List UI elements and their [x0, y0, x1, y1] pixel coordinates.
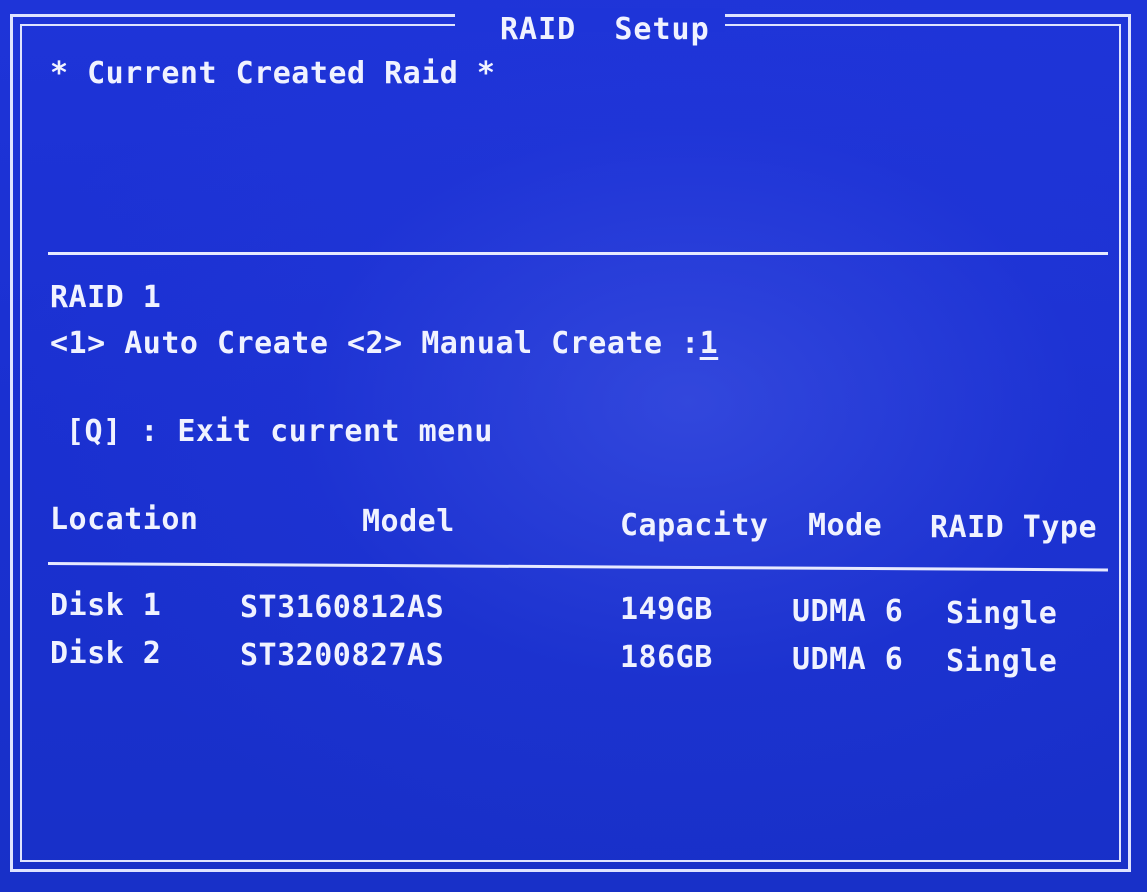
row-mode: UDMA 6 [792, 594, 904, 629]
row-mode: UDMA 6 [792, 642, 904, 677]
header-model: Model [362, 504, 455, 539]
create-mode-prompt: <1> Auto Create <2> Manual Create :1 [50, 326, 718, 361]
section-divider [48, 252, 1108, 255]
row-location: Disk 2 [50, 636, 162, 671]
window-title: RAID Setup [500, 12, 710, 47]
row-raid-type: Single [946, 596, 1058, 631]
create-mode-input[interactable]: 1 [700, 326, 719, 361]
header-location: Location [50, 502, 199, 537]
create-mode-prompt-text: <1> Auto Create <2> Manual Create : [50, 326, 700, 361]
row-capacity: 186GB [620, 640, 713, 675]
current-raid-heading: * Current Created Raid * [50, 56, 496, 91]
row-model: ST3200827AS [240, 638, 445, 673]
row-capacity: 149GB [620, 592, 713, 627]
raid-level-label: RAID 1 [50, 280, 162, 315]
row-raid-type: Single [946, 644, 1058, 679]
header-raid-type: RAID Type [930, 510, 1098, 545]
row-location: Disk 1 [50, 588, 162, 623]
exit-menu-hint[interactable]: [Q] : Exit current menu [66, 414, 493, 449]
header-mode: Mode [808, 508, 883, 543]
bios-screen: RAID Setup * Current Created Raid * RAID… [0, 0, 1147, 892]
row-model: ST3160812AS [240, 590, 445, 625]
header-capacity: Capacity [620, 508, 769, 543]
